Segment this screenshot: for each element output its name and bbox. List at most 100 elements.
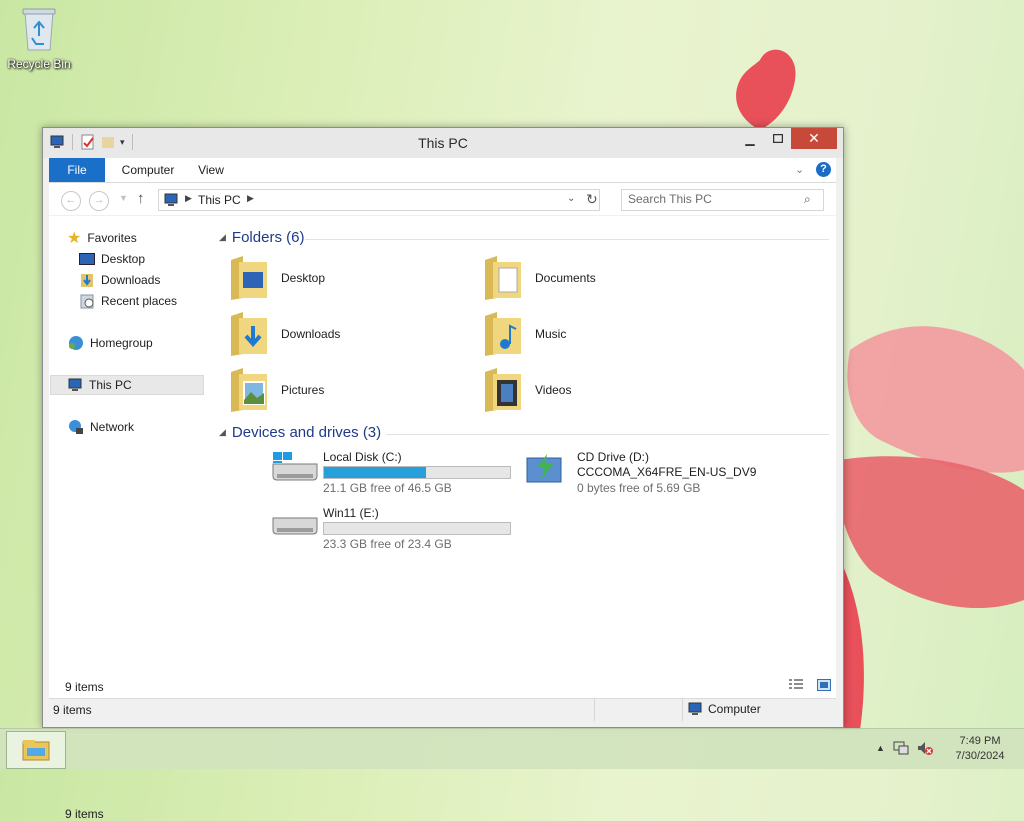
folder-desktop-label: Desktop <box>281 271 326 285</box>
drive-e[interactable]: Win11 (E:) 23.3 GB free of 23.4 GB <box>271 506 511 551</box>
nav-downloads[interactable]: Downloads <box>79 270 160 290</box>
volume-muted-icon[interactable] <box>917 741 933 755</box>
ribbon-tabs: File Computer View ⌄ ? <box>49 158 836 183</box>
drive-d-name: CD Drive (D:) <box>577 450 649 464</box>
status-divider-2 <box>682 699 683 721</box>
forward-button[interactable]: → <box>89 191 109 211</box>
window-title: This PC <box>418 135 468 151</box>
recent-locations-icon[interactable]: ▼ <box>119 193 128 203</box>
address-bar[interactable]: ▶ This PC ▶ ⌄ ↻ <box>158 189 600 211</box>
folder-downloads-label: Downloads <box>281 327 341 341</box>
clock[interactable]: 7:49 PM 7/30/2024 <box>950 734 1010 764</box>
content-area: ★ Favorites Desktop Downloads Recent pla… <box>49 216 836 821</box>
breadcrumb-this-pc[interactable]: This PC <box>198 193 241 207</box>
status-location-label: Computer <box>708 702 761 716</box>
this-pc-icon <box>164 193 178 206</box>
navigation-bar: ← → ▼ ↑ ▶ This PC ▶ ⌄ ↻ ⌕ <box>49 183 836 215</box>
tab-computer[interactable]: Computer <box>115 158 181 182</box>
navigation-pane: ★ Favorites Desktop Downloads Recent pla… <box>49 216 214 676</box>
status-divider <box>594 699 595 721</box>
folder-videos-label: Videos <box>535 383 572 397</box>
homegroup-icon <box>69 336 83 350</box>
nav-network[interactable]: Network <box>67 417 134 437</box>
minimize-button[interactable]: ▁ <box>735 128 765 149</box>
nav-homegroup[interactable]: Homegroup <box>67 333 153 353</box>
close-button[interactable]: ✕ <box>791 128 837 149</box>
large-icons-view-icon[interactable] <box>817 679 831 691</box>
folder-downloads[interactable]: Downloads <box>229 310 340 358</box>
downloads-icon <box>81 274 93 287</box>
help-icon[interactable]: ? <box>816 162 831 177</box>
recycle-bin-icon <box>22 8 56 51</box>
minimize-icon: ▁ <box>745 131 755 146</box>
drive-d[interactable]: CD Drive (D:) CCCOMA_X64FRE_EN-US_DV9 0 … <box>525 450 785 495</box>
nav-favorites[interactable]: ★ Favorites <box>67 228 137 248</box>
clock-time: 7:49 PM <box>959 735 1001 747</box>
view-switcher <box>789 679 831 691</box>
group-divider <box>305 239 829 240</box>
nav-desktop[interactable]: Desktop <box>79 249 145 269</box>
this-pc-nav-icon <box>68 378 82 391</box>
nav-downloads-label: Downloads <box>101 273 161 287</box>
nav-network-label: Network <box>90 420 135 434</box>
folder-documents-label: Documents <box>535 271 596 285</box>
folders-group-title: Folders (6) <box>231 229 305 246</box>
status-item-count: 9 items <box>53 703 92 717</box>
folder-music[interactable]: Music <box>483 310 566 358</box>
back-arrow-icon: ← <box>65 194 77 206</box>
expand-ribbon-icon[interactable]: ⌄ <box>795 163 804 176</box>
search-icon[interactable]: ⌕ <box>804 192 811 207</box>
taskbar: ▲ 7:49 PM 7/30/2024 <box>0 728 1024 769</box>
recycle-bin-shortcut[interactable]: Recycle Bin <box>4 6 74 71</box>
items-view: ◢ Folders (6) Desktop Documents Download… <box>214 216 836 676</box>
desktop-icon <box>79 252 95 265</box>
nav-this-pc[interactable]: This PC <box>50 375 204 395</box>
status-bar: 9 items Computer <box>49 698 836 721</box>
item-count-pane: 9 items <box>65 680 104 694</box>
explorer-window: ▾ This PC ▁ ✕ File Computer View ⌄ ? ← →… <box>42 127 844 821</box>
network-tray-icon[interactable] <box>893 741 909 755</box>
breadcrumb-chevron-icon[interactable]: ▶ <box>185 193 192 204</box>
folders-group-header[interactable]: ◢ Folders (6) <box>219 229 829 246</box>
drive-e-usage-bar <box>323 522 511 535</box>
taskbar-file-explorer-button[interactable] <box>6 731 66 769</box>
network-icon <box>69 420 83 434</box>
drive-c[interactable]: Local Disk (C:) 21.1 GB free of 46.5 GB <box>271 450 511 495</box>
refresh-icon[interactable]: ↻ <box>586 191 598 208</box>
nav-recent-places[interactable]: Recent places <box>79 291 177 311</box>
folder-documents[interactable]: Documents <box>483 254 596 302</box>
search-box[interactable]: ⌕ <box>621 189 824 211</box>
clock-date: 7/30/2024 <box>955 750 1005 762</box>
title-bar: ▾ This PC ▁ ✕ <box>43 128 843 158</box>
computer-status-icon <box>688 702 702 715</box>
maximize-button[interactable] <box>763 128 793 149</box>
tab-file[interactable]: File <box>49 158 105 182</box>
details-view-icon[interactable] <box>789 679 803 691</box>
up-arrow-icon[interactable]: ↑ <box>137 190 145 207</box>
nav-desktop-label: Desktop <box>101 252 146 266</box>
folder-pictures-label: Pictures <box>281 383 325 397</box>
windows-drive-icon <box>272 452 318 481</box>
breadcrumb-chevron-icon-2[interactable]: ▶ <box>247 193 254 204</box>
address-dropdown-icon[interactable]: ⌄ <box>567 193 575 204</box>
folder-desktop[interactable]: Desktop <box>229 254 325 302</box>
folder-music-label: Music <box>535 327 567 341</box>
folder-pictures[interactable]: Pictures <box>229 366 324 414</box>
collapse-group-icon: ◢ <box>219 232 226 242</box>
back-button[interactable]: ← <box>61 191 81 211</box>
devices-group-header[interactable]: ◢ Devices and drives (3) <box>219 424 829 441</box>
maximize-icon <box>773 134 783 143</box>
show-hidden-icons-icon[interactable]: ▲ <box>876 743 885 753</box>
drive-c-free-space: 21.1 GB free of 46.5 GB <box>323 481 452 495</box>
recycle-bin-label: Recycle Bin <box>7 57 71 71</box>
nav-homegroup-label: Homegroup <box>90 336 153 350</box>
drive-c-usage-bar <box>323 466 511 479</box>
tab-view[interactable]: View <box>191 158 231 182</box>
item-count-inner: 9 items <box>65 807 104 821</box>
folder-videos[interactable]: Videos <box>483 366 571 414</box>
music-folder-icon <box>485 312 521 356</box>
cd-drive-icon <box>526 454 562 483</box>
drive-d-free-space: 0 bytes free of 5.69 GB <box>577 481 701 495</box>
search-input[interactable] <box>628 192 798 206</box>
pictures-folder-icon <box>231 368 267 412</box>
